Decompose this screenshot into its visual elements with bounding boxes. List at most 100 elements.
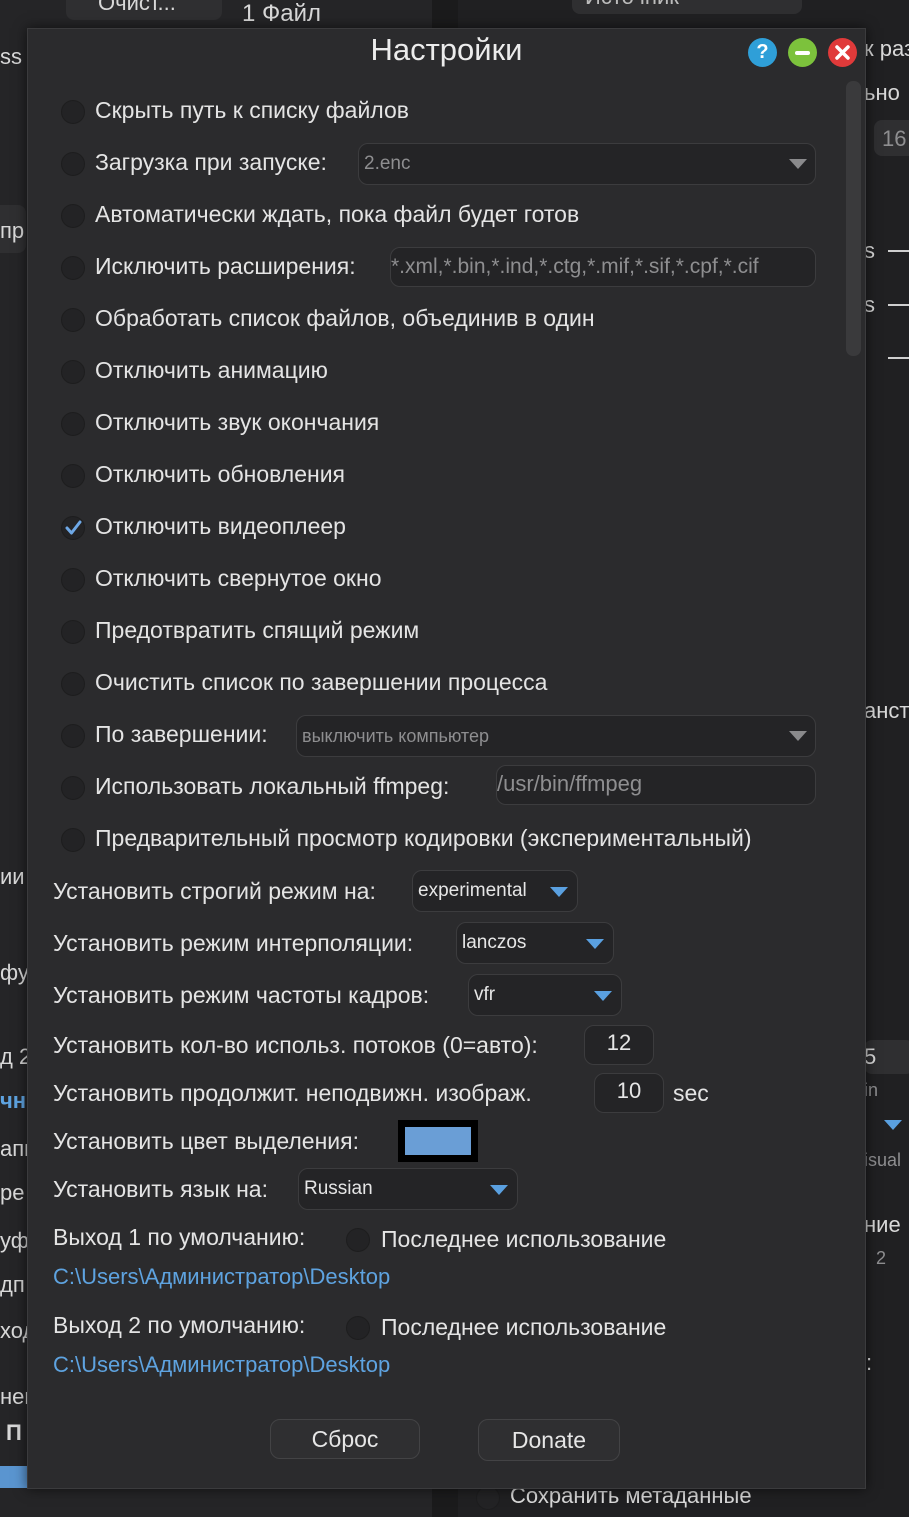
radio-auto-wait[interactable]	[61, 204, 85, 228]
bg-right-fragment: ние	[864, 1212, 901, 1237]
bg-left-fragment: ре	[0, 1180, 25, 1205]
option-label: Скрыть путь к списку файлов	[95, 97, 409, 123]
option-label: Отключить звук окончания	[95, 409, 380, 435]
close-icon[interactable]	[828, 38, 857, 67]
option-merge-filelist[interactable]: Обработать список файлов, объединив в од…	[28, 299, 846, 339]
exclude-extensions-input[interactable]: *.xml,*.bin,*.ind,*.ctg,*.mif,*.sif,*.cp…	[390, 247, 816, 287]
threads-input[interactable]: 12	[584, 1025, 654, 1065]
option-label: Отключить обновления	[95, 461, 346, 487]
dialog-titlebar[interactable]: Настройки ?	[28, 29, 865, 75]
strict-mode-value: experimental	[418, 880, 527, 901]
framerate-value: vfr	[474, 984, 496, 1005]
chevron-down-icon	[550, 887, 568, 897]
bg-left-fragment: фу	[0, 960, 29, 985]
option-load-at-startup[interactable]: Загрузка при запуске: 2.enc	[28, 143, 846, 185]
on-finish-value: выключить компьютер	[302, 726, 489, 746]
bg-left-fragment: дп	[0, 1272, 25, 1297]
radio-hide-filelist-path[interactable]	[61, 100, 85, 124]
bg-right-dash	[888, 357, 909, 359]
highlight-color-label: Установить цвет выделения:	[53, 1128, 359, 1154]
interpolation-label: Установить режим интерполяции:	[53, 930, 414, 956]
on-finish-dropdown[interactable]: выключить компьютер	[296, 715, 816, 757]
output2-last-used-label: Последнее использование	[381, 1314, 667, 1340]
output2-last-used-radio[interactable]	[346, 1316, 370, 1340]
option-label: Очистить список по завершении процесса	[95, 669, 548, 695]
radio-load-at-startup[interactable]	[61, 152, 85, 176]
option-label: По завершении:	[95, 721, 268, 747]
language-value: Russian	[304, 1178, 373, 1199]
option-disable-updates[interactable]: Отключить обновления	[28, 455, 846, 495]
bg-metadata-radio[interactable]	[476, 1486, 500, 1510]
still-duration-input[interactable]: 10	[594, 1073, 664, 1113]
output2-label: Выход 2 по умолчанию:	[53, 1312, 306, 1338]
bg-source-label: Источник	[585, 0, 679, 10]
option-hide-filelist-path[interactable]: Скрыть путь к списку файлов	[28, 91, 846, 131]
bg-left-fragment: ии	[0, 864, 25, 889]
option-auto-wait[interactable]: Автоматически ждать, пока файл будет гот…	[28, 195, 846, 235]
option-label: Предотвратить спящий режим	[95, 617, 420, 643]
dialog-content: Скрыть путь к списку файлов Загрузка при…	[28, 81, 846, 1481]
bg-right-fragment: 2	[876, 1248, 887, 1268]
option-exclude-extensions[interactable]: Исключить расширения: *.xml,*.bin,*.ind,…	[28, 247, 846, 287]
option-local-ffmpeg[interactable]: Использовать локальный ffmpeg: /usr/bin/…	[28, 765, 846, 807]
radio-disable-videoplayer[interactable]	[61, 516, 85, 540]
highlight-color-swatch[interactable]	[398, 1120, 478, 1162]
highlight-color-fill	[405, 1127, 471, 1155]
still-duration-label: Установить продолжит. неподвижн. изображ…	[53, 1080, 532, 1106]
radio-merge-filelist[interactable]	[61, 308, 85, 332]
help-icon[interactable]: ?	[748, 38, 777, 67]
bg-left-fragment: чн	[0, 1088, 27, 1113]
radio-clear-list[interactable]	[61, 672, 85, 696]
radio-disable-animation[interactable]	[61, 360, 85, 384]
option-disable-finish-sound[interactable]: Отключить звук окончания	[28, 403, 846, 443]
option-label: Предварительный просмотр кодировки (эксп…	[95, 825, 752, 851]
chevron-down-icon	[789, 159, 807, 169]
startup-preset-value: 2.enc	[364, 153, 411, 174]
bg-right-dash	[888, 250, 909, 252]
option-disable-videoplayer[interactable]: Отключить видеоплеер	[28, 507, 846, 547]
radio-disable-finish-sound[interactable]	[61, 412, 85, 436]
radio-local-ffmpeg[interactable]	[61, 776, 85, 800]
option-encode-preview[interactable]: Предварительный просмотр кодировки (эксп…	[28, 819, 846, 859]
chevron-down-icon	[594, 991, 612, 1001]
bg-right-fragment: in	[864, 1080, 879, 1100]
bg-right-dropdown-arrow	[884, 1120, 902, 1130]
radio-exclude-extensions[interactable]	[61, 256, 85, 280]
bg-right-dash	[888, 304, 909, 306]
dialog-title: Настройки	[370, 32, 523, 67]
option-disable-minimized[interactable]: Отключить свернутое окно	[28, 559, 846, 599]
threads-label: Установить кол-во использ. потоков (0=ав…	[53, 1032, 538, 1058]
bg-clear-label: Очист...	[98, 0, 176, 15]
minimize-icon[interactable]	[788, 38, 817, 67]
startup-preset-dropdown[interactable]: 2.enc	[358, 143, 816, 185]
ffmpeg-path-input[interactable]: /usr/bin/ffmpeg	[496, 765, 816, 805]
framerate-dropdown[interactable]: vfr	[468, 974, 622, 1016]
bg-left-fragment: П	[6, 1420, 22, 1445]
radio-disable-updates[interactable]	[61, 464, 85, 488]
output1-last-used-label: Последнее использование	[381, 1226, 667, 1252]
radio-encode-preview[interactable]	[61, 828, 85, 852]
reset-button[interactable]: Сброс	[270, 1419, 420, 1459]
donate-button[interactable]: Donate	[478, 1419, 620, 1461]
radio-prevent-sleep[interactable]	[61, 620, 85, 644]
output2-path-link[interactable]: C:\Users\Администратор\Desktop	[53, 1352, 390, 1378]
option-prevent-sleep[interactable]: Предотвратить спящий режим	[28, 611, 846, 651]
radio-disable-minimized[interactable]	[61, 568, 85, 592]
dialog-scrollbar[interactable]	[846, 81, 861, 356]
language-dropdown[interactable]: Russian	[298, 1168, 518, 1210]
interpolation-dropdown[interactable]: lanczos	[456, 922, 614, 964]
checkmark-icon	[65, 520, 82, 535]
option-clear-list[interactable]: Очистить список по завершении процесса	[28, 663, 846, 703]
option-on-finish[interactable]: По завершении: выключить компьютер	[28, 715, 846, 757]
option-label: Загрузка при запуске:	[95, 149, 327, 175]
radio-on-finish[interactable]	[61, 724, 85, 748]
strict-mode-label: Установить строгий режим на:	[53, 878, 376, 904]
option-label: Обработать список файлов, объединив в од…	[95, 305, 595, 331]
strict-mode-dropdown[interactable]: experimental	[412, 870, 578, 912]
bg-left-fragment: уф	[0, 1228, 29, 1253]
output1-last-used-radio[interactable]	[346, 1228, 370, 1252]
still-duration-unit: sec	[673, 1080, 709, 1106]
bg-right-fragment: 16	[882, 126, 907, 151]
output1-path-link[interactable]: C:\Users\Администратор\Desktop	[53, 1264, 390, 1290]
option-disable-animation[interactable]: Отключить анимацию	[28, 351, 846, 391]
